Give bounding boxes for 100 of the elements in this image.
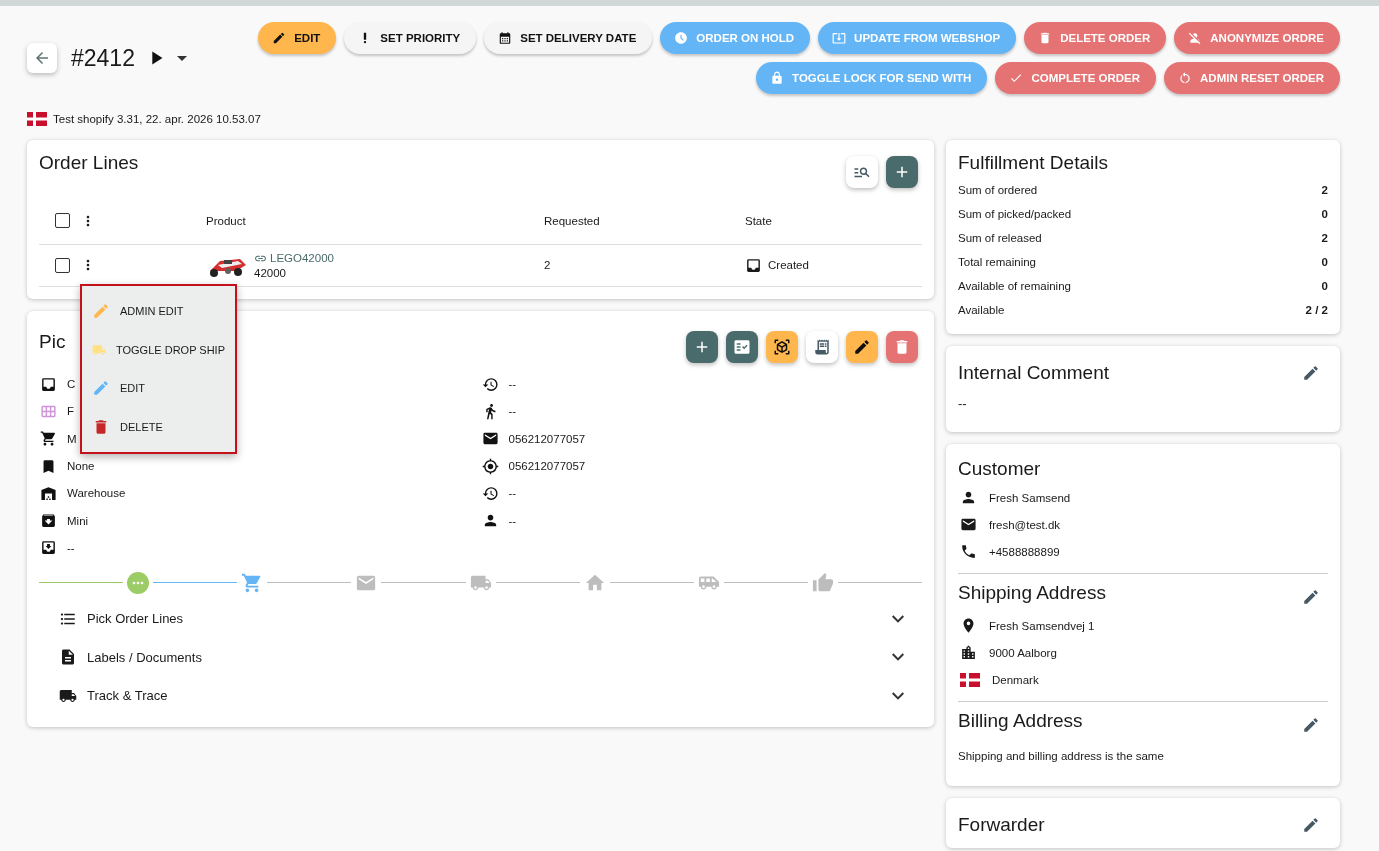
- action-button[interactable]: SET DELIVERY DATE: [484, 22, 653, 54]
- detail-text: 056212077057: [508, 432, 586, 445]
- detail-value: 2: [1321, 232, 1328, 244]
- detail-text: --: [508, 405, 517, 418]
- menu-item[interactable]: ADMIN EDIT: [82, 292, 235, 331]
- download-icon: [832, 31, 847, 45]
- address-street: Fresh Samsendvej 1: [989, 619, 1095, 632]
- card-title: Pic: [39, 330, 66, 353]
- archive-icon: [40, 512, 57, 530]
- customer-email: fresh@test.dk: [989, 518, 1061, 531]
- crosshair-icon: [481, 457, 499, 475]
- edit-button[interactable]: [1302, 588, 1320, 606]
- checklist-button[interactable]: [726, 330, 758, 363]
- inbox-icon: [40, 375, 57, 393]
- add-button[interactable]: [886, 156, 918, 188]
- card-title: Internal Comment: [958, 362, 1109, 384]
- inbox-icon: [745, 256, 762, 274]
- detail-text: Mini: [67, 514, 89, 527]
- card-title: Shipping Address: [958, 582, 1106, 604]
- state-text: Created: [768, 259, 809, 271]
- dropdown-button[interactable]: [176, 55, 187, 61]
- card-title: Forwarder: [958, 814, 1045, 836]
- order-source-text: Test shopify 3.31, 22. apr. 2026 10.53.07: [53, 113, 261, 125]
- comment-text: --: [958, 396, 967, 411]
- customer-phone: +4588888899: [989, 545, 1060, 558]
- package-button[interactable]: [766, 330, 798, 363]
- card-title: Fulfillment Details: [958, 152, 1109, 174]
- action-button[interactable]: SET PRIORITY: [344, 22, 477, 54]
- delete-button[interactable]: [886, 330, 918, 363]
- customer-name: Fresh Samsend: [989, 491, 1071, 504]
- cube-icon: [773, 337, 791, 356]
- detail-value: 0: [1321, 208, 1328, 220]
- menu-item[interactable]: EDIT: [82, 369, 235, 408]
- menu-item[interactable]: TOGGLE DROP SHIP: [82, 330, 235, 369]
- detail-text: --: [508, 514, 517, 527]
- city-icon: [960, 644, 977, 661]
- detail-label: Sum of picked/packed: [958, 208, 1072, 220]
- accordion-header[interactable]: Track & Trace: [39, 676, 922, 716]
- column-header: State: [745, 214, 772, 227]
- flag-icon: [960, 672, 980, 687]
- detail-value: 2 / 2: [1305, 304, 1328, 316]
- detail-label: Sum of ordered: [958, 184, 1038, 196]
- detail-text: --: [508, 378, 517, 391]
- product-link[interactable]: LEGO42000: [254, 251, 334, 265]
- check-icon: [1009, 71, 1024, 85]
- edit-button[interactable]: [1302, 816, 1320, 834]
- billing-note: Shipping and billing address is the same: [958, 750, 1164, 762]
- address-country: Denmark: [992, 673, 1039, 686]
- table-cell: 2: [544, 259, 551, 271]
- lock-icon: [770, 71, 785, 85]
- pencil-icon: [272, 31, 287, 45]
- pencil-icon: [853, 337, 871, 356]
- card-title: Billing Address: [958, 710, 1083, 732]
- edit-button[interactable]: [846, 330, 878, 363]
- person-off-icon: [1188, 31, 1203, 45]
- cart-icon: [40, 430, 57, 448]
- accordion-header[interactable]: Labels / Documents: [39, 638, 922, 677]
- detail-text: None: [67, 460, 95, 473]
- checkbox[interactable]: [55, 213, 70, 229]
- checklist-icon: [733, 337, 751, 356]
- history-icon: [481, 375, 499, 393]
- mail-icon: [960, 516, 977, 533]
- detail-text: F: [67, 405, 75, 418]
- add-button[interactable]: [686, 330, 718, 363]
- phone-icon: [960, 543, 977, 560]
- caret-icon: [176, 55, 187, 61]
- detail-text: 056212077057: [508, 460, 586, 473]
- edit-button[interactable]: [1302, 716, 1320, 734]
- person-icon: [960, 489, 977, 506]
- back-button[interactable]: [27, 43, 57, 73]
- action-button[interactable]: EDIT: [258, 22, 337, 54]
- card-title: Order Lines: [39, 152, 139, 174]
- accordion-header[interactable]: Pick Order Lines: [39, 599, 922, 639]
- detail-text: --: [67, 541, 75, 554]
- detail-label: Available: [958, 304, 1005, 316]
- receipt-icon: [813, 337, 831, 356]
- order-number: #2412: [71, 44, 135, 72]
- detail-label: Available of remaining: [958, 280, 1071, 292]
- detail-text: --: [508, 487, 517, 500]
- clock-icon: [674, 31, 689, 45]
- detail-label: Sum of released: [958, 232, 1042, 244]
- menu-item[interactable]: DELETE: [82, 407, 235, 446]
- flag-icon: [27, 112, 47, 126]
- address-city: 9000 Aalborg: [989, 646, 1057, 659]
- receipt-button[interactable]: [806, 330, 838, 363]
- checkbox[interactable]: [55, 257, 70, 273]
- detail-text: M: [67, 432, 77, 445]
- edit-button[interactable]: [1302, 364, 1320, 382]
- chevron-down-icon: [892, 614, 904, 623]
- column-header: Requested: [544, 214, 600, 227]
- reset-icon: [1178, 71, 1193, 85]
- search-list-button[interactable]: [846, 156, 878, 188]
- detail-value: 2: [1321, 184, 1328, 196]
- detail-value: 0: [1321, 280, 1328, 292]
- warehouse-icon: [40, 484, 57, 502]
- document-icon: [59, 648, 77, 667]
- product-code: 42000: [254, 266, 286, 279]
- card-title: Customer: [958, 458, 1042, 480]
- detail-text: C: [67, 378, 76, 391]
- detail-text: Warehouse: [67, 487, 126, 500]
